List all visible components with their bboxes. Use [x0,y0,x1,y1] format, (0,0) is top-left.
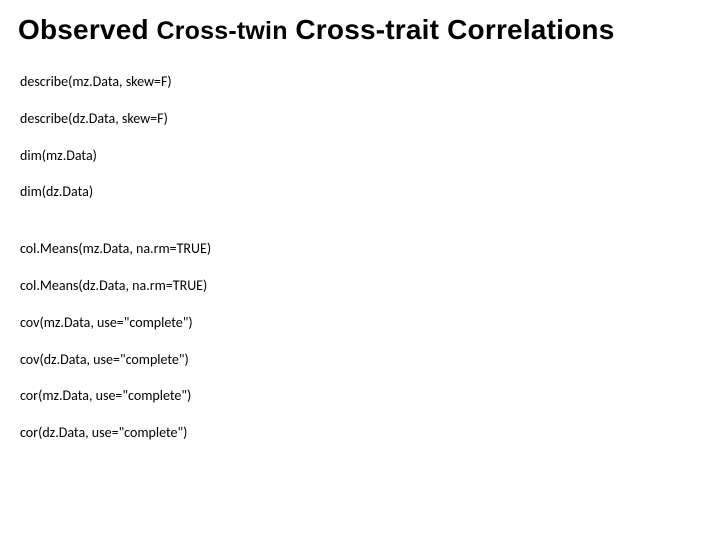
code-line: describe(dz.Data, skew=F) [20,111,702,128]
title-seg-cross-twin: Cross-twin [156,17,287,45]
code-line: col.Means(dz.Data, na.rm=TRUE) [20,278,702,295]
code-line-list: describe(mz.Data, skew=F) describe(dz.Da… [20,74,702,462]
code-line: cov(mz.Data, use="complete") [20,315,702,332]
blank-line [20,221,702,241]
page-title: Observed Cross-twin Cross-trait Correlat… [18,14,702,46]
code-line: cor(dz.Data, use="complete") [20,425,702,442]
code-line: describe(mz.Data, skew=F) [20,74,702,91]
code-line: cov(dz.Data, use="complete") [20,352,702,369]
code-line: dim(mz.Data) [20,148,702,165]
title-seg-observed: Observed [18,14,149,45]
code-line: dim(dz.Data) [20,184,702,201]
code-line: cor(mz.Data, use="complete") [20,388,702,405]
code-line: col.Means(mz.Data, na.rm=TRUE) [20,241,702,258]
title-seg-cross-trait: Cross-trait Correlations [295,14,614,45]
